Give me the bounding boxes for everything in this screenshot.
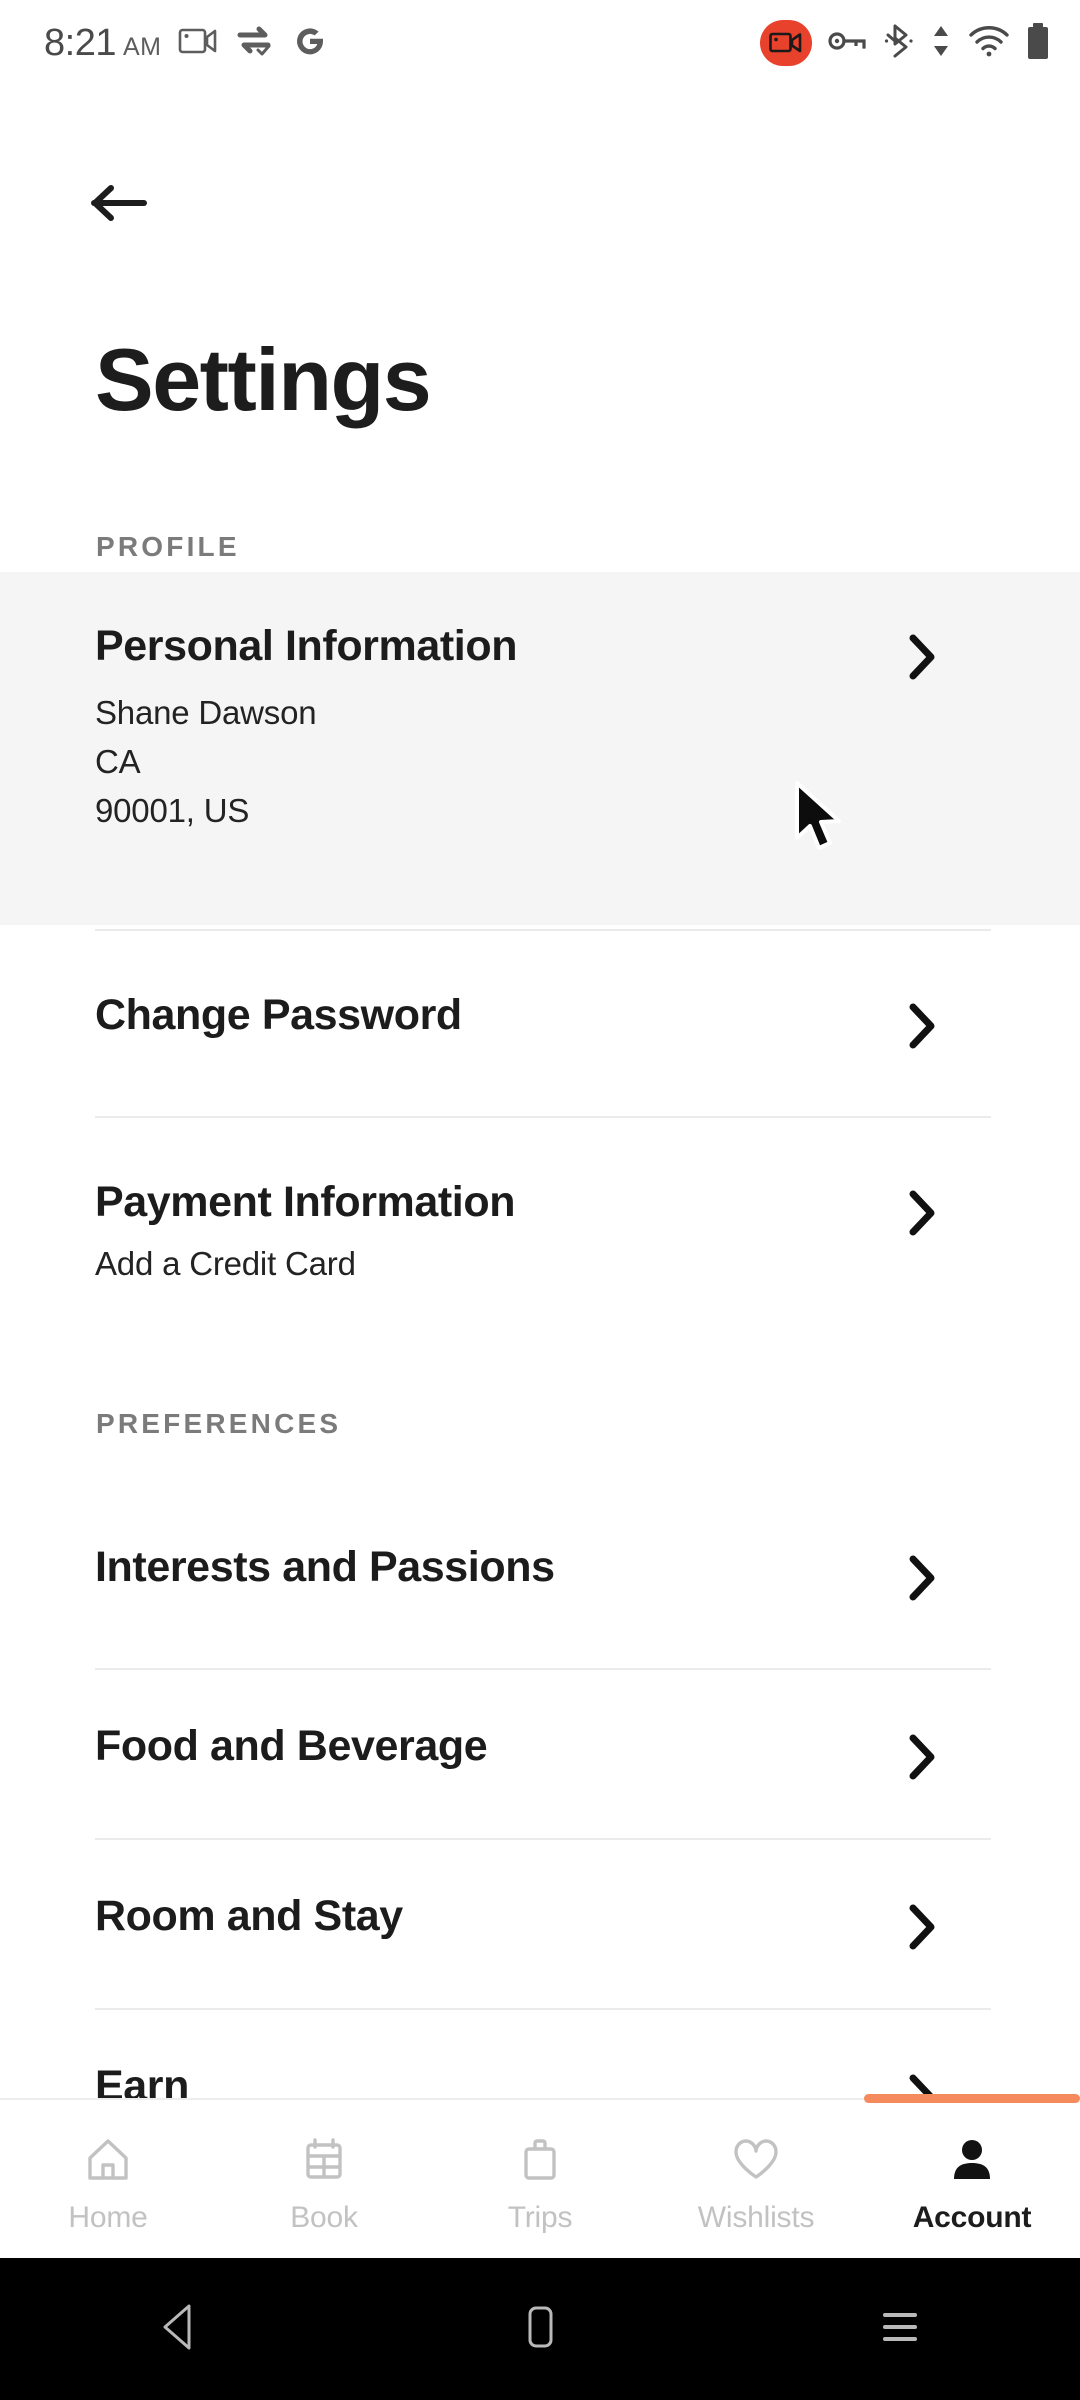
status-bar: 8:21 AM [0,0,1080,86]
google-g-icon [292,23,328,64]
settings-row-food-and-beverage[interactable]: Food and Beverage [0,1668,1080,1838]
settings-row-room-and-stay[interactable]: Room and Stay [0,1838,1080,2008]
tab-label: Home [68,2201,148,2234]
status-bar-right [760,20,1050,66]
chevron-right-icon [895,1186,949,1240]
row-title: Change Password [95,991,462,1039]
arrow-left-icon [88,180,152,231]
chevron-right-icon [895,999,949,1053]
settings-row-interests-and-passions[interactable]: Interests and Passions [0,1481,1080,1668]
tab-label: Wishlists [697,2201,815,2234]
row-subtitle: CA [95,743,141,780]
home-icon [83,2131,133,2187]
settings-row-change-password[interactable]: Change Password [0,929,1080,1116]
bottom-tab-bar: Home Book Trips Wishlists Account [0,2094,1080,2258]
tab-label: Book [290,2201,358,2234]
back-triangle-icon [157,2301,203,2358]
person-icon [947,2131,997,2187]
row-subtitle: 90001, US [95,792,250,829]
screen-record-badge-icon [760,20,812,66]
sync-check-icon [235,24,275,63]
row-title: Interests and Passions [95,1543,555,1591]
tab-trips[interactable]: Trips [432,2100,648,2258]
settings-row-earn[interactable]: Earn [0,2008,1080,2120]
row-title: Payment Information [95,1178,516,1226]
bluetooth-icon [884,24,914,63]
clock-time: 8:21 [44,21,116,64]
settings-row-payment-information[interactable]: Payment Information Add a Credit Card [0,1116,1080,1346]
nav-recents-button[interactable] [840,2284,960,2374]
phone-screen: 8:21 AM Settings PROFILE Personal Inform… [0,0,1080,2400]
nav-back-button[interactable] [120,2284,240,2374]
section-label-preferences: PREFERENCES [96,1408,342,1439]
tab-book[interactable]: Book [216,2100,432,2258]
row-subtitle: Add a Credit Card [95,1245,356,1282]
calendar-icon [299,2131,349,2187]
clock-ampm: AM [122,32,162,61]
tab-wishlists[interactable]: Wishlists [648,2100,864,2258]
recents-lines-icon [877,2301,923,2358]
tab-label: Trips [507,2201,573,2234]
video-camera-icon [178,24,218,63]
row-title: Food and Beverage [95,1722,488,1770]
briefcase-icon [515,2131,565,2187]
page-title: Settings [95,330,432,429]
row-title: Room and Stay [95,1892,403,1940]
settings-content: Settings PROFILE Personal Information Sh… [0,86,1080,2120]
section-label-profile: PROFILE [96,531,240,562]
nav-home-button[interactable] [480,2284,600,2374]
vpn-key-icon [828,27,868,60]
chevron-right-icon [895,1730,949,1784]
battery-icon [1026,22,1050,65]
home-square-icon [520,2301,560,2358]
navigation-row [0,161,1080,251]
heart-icon [730,2131,782,2187]
data-transfer-icon [930,24,952,63]
wifi-icon [968,25,1010,62]
chevron-right-icon [895,1551,949,1605]
android-navigation-bar [0,2258,1080,2400]
chevron-right-icon [895,1900,949,1954]
row-subtitle: Shane Dawson [95,694,317,731]
active-tab-indicator [864,2094,1080,2103]
status-bar-clock: 8:21 AM [44,22,161,65]
status-bar-left: 8:21 AM [44,22,328,65]
tab-label: Account [912,2201,1032,2234]
chevron-right-icon [895,630,949,684]
tab-home[interactable]: Home [0,2100,216,2258]
tab-account[interactable]: Account [864,2094,1080,2258]
settings-row-personal-information[interactable]: Personal Information Shane Dawson CA 900… [0,572,1080,925]
row-title: Personal Information [95,622,518,670]
back-button[interactable] [88,173,172,237]
